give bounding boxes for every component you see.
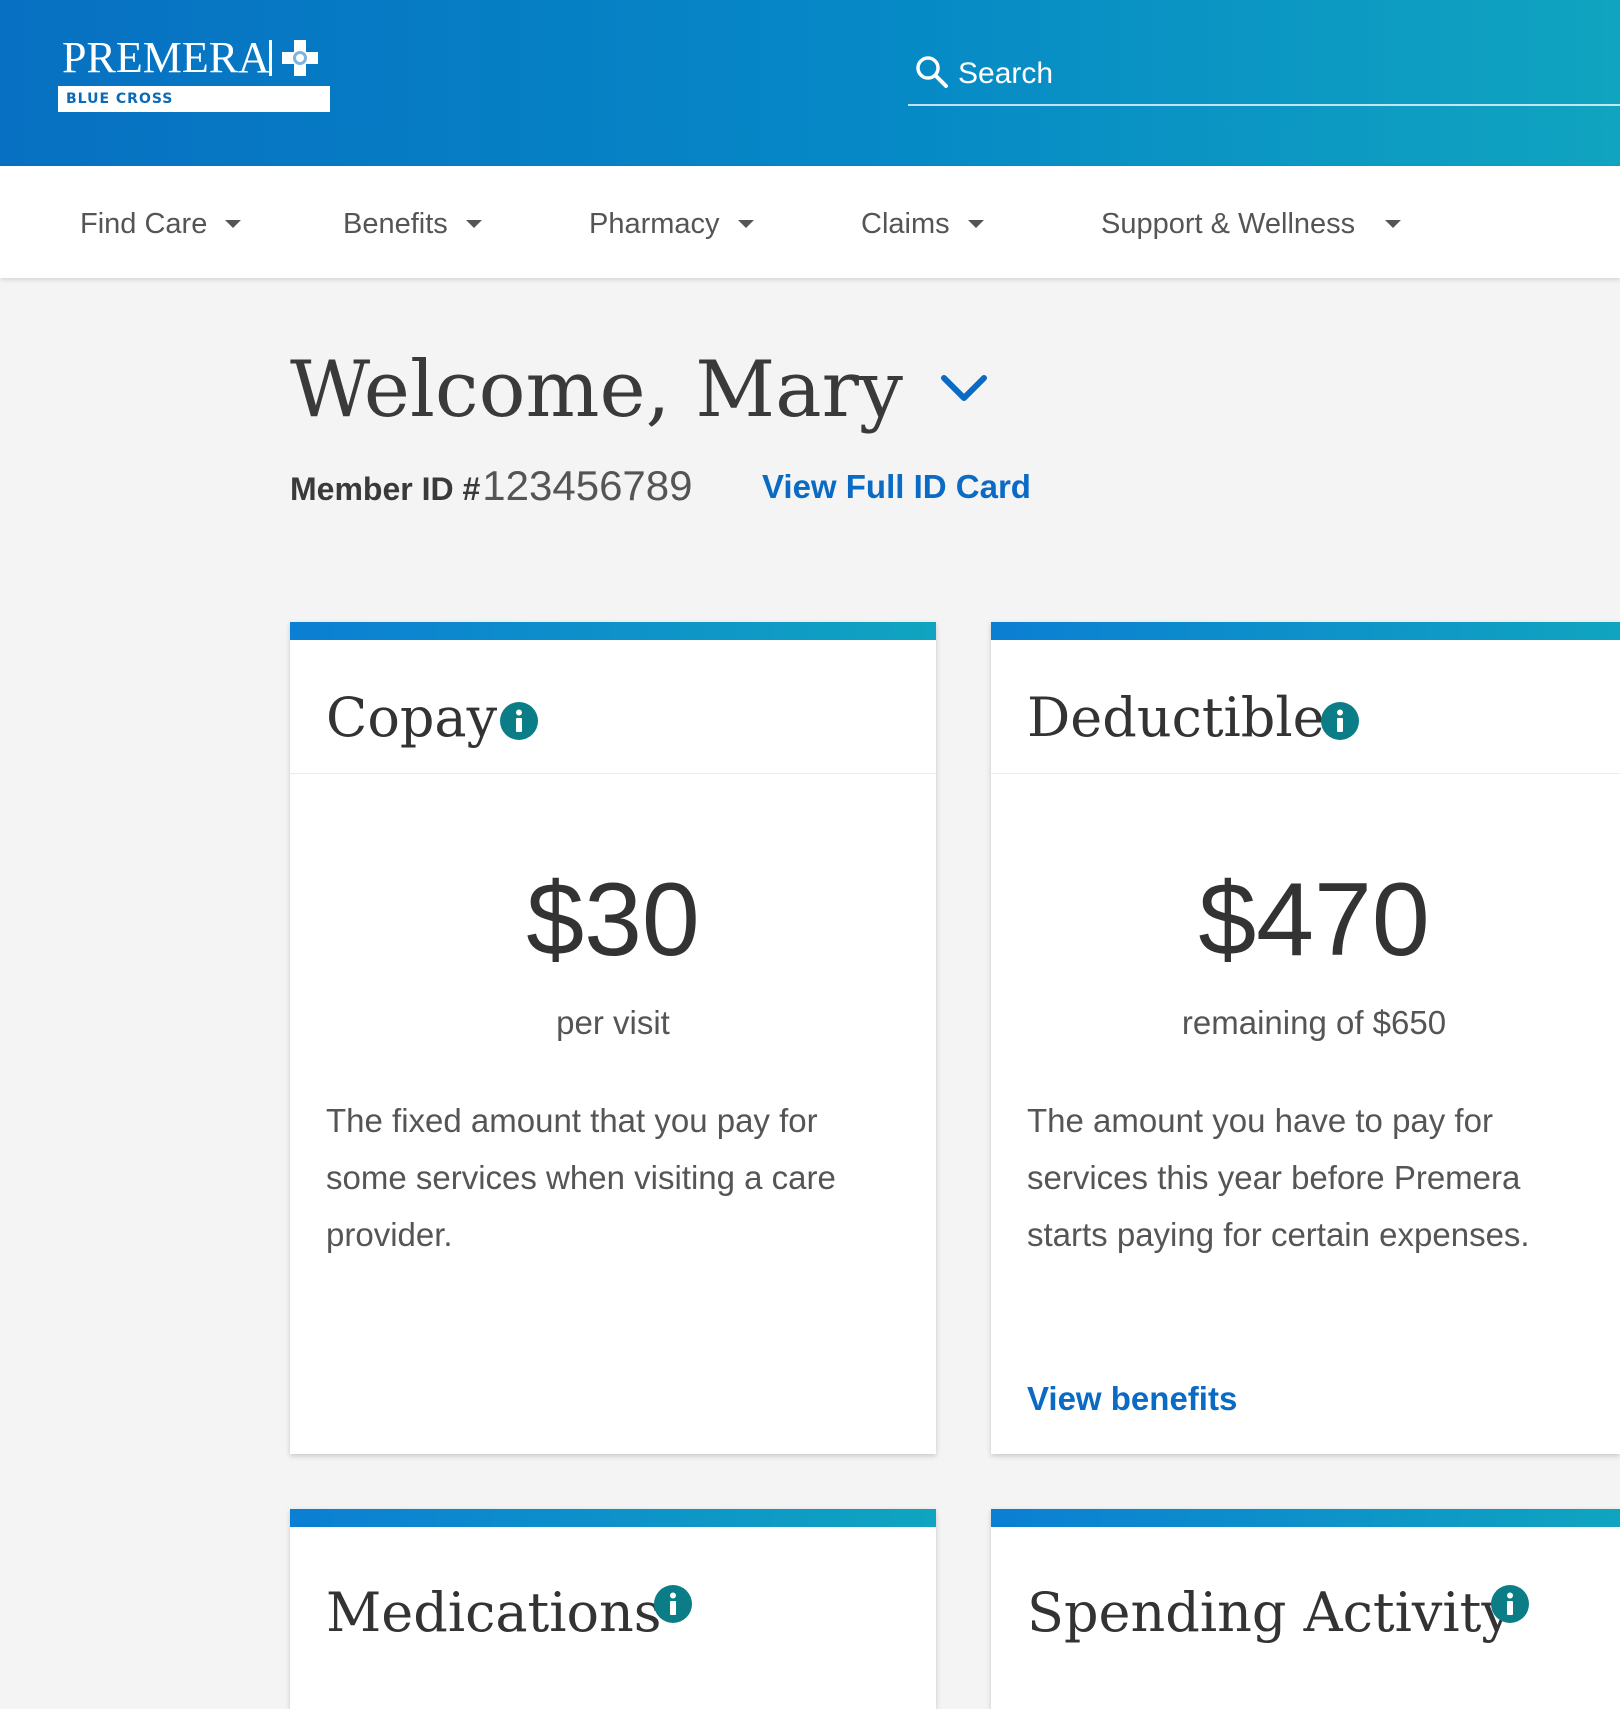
copay-description: The fixed amount that you pay for some s…	[326, 1102, 836, 1253]
card-accent-bar	[991, 1509, 1620, 1527]
deductible-sub: remaining of $650	[1181, 1004, 1447, 1041]
welcome-heading: Welcome, Mary	[290, 345, 903, 435]
spending-activity-card: Spending Activity	[991, 1509, 1620, 1709]
nav-label: Claims	[861, 207, 950, 240]
info-icon[interactable]	[1321, 702, 1359, 740]
caret-down-icon	[225, 220, 242, 228]
card-title: Deductible	[1027, 686, 1325, 749]
member-id-value: 123456789	[482, 462, 693, 509]
nav-benefits[interactable]: Benefits	[343, 204, 482, 244]
top-header: PREMERA BLUE CROSS	[0, 0, 1620, 166]
member-id-row: Member ID # 123456789	[290, 462, 693, 518]
copay-amount: $30	[526, 862, 700, 978]
card-title: Copay	[326, 686, 498, 749]
nav-pharmacy[interactable]: Pharmacy	[589, 204, 754, 244]
copay-sub: per visit	[556, 1004, 670, 1041]
card-accent-bar	[991, 622, 1620, 640]
search-input[interactable]	[958, 48, 1598, 100]
logo-subtitle-bar: BLUE CROSS	[58, 86, 330, 112]
caret-down-icon	[967, 220, 984, 228]
caret-down-icon	[465, 220, 482, 228]
card-title: Spending Activity	[1027, 1581, 1512, 1644]
logo-subtitle: BLUE CROSS	[66, 91, 174, 107]
nav-find-care[interactable]: Find Care	[80, 204, 242, 244]
card-header: Medications	[290, 1527, 936, 1661]
nav-label: Pharmacy	[589, 207, 720, 240]
deductible-amount: $470	[1198, 862, 1430, 978]
view-benefits-link[interactable]: View benefits	[1027, 1380, 1237, 1418]
card-title: Medications	[326, 1581, 662, 1644]
premera-logo[interactable]: PREMERA BLUE CROSS	[58, 34, 330, 114]
card-accent-bar	[290, 1509, 936, 1527]
nav-claims[interactable]: Claims	[861, 204, 984, 244]
nav-label: Benefits	[343, 207, 448, 240]
info-icon[interactable]	[654, 1585, 692, 1623]
medications-card: Medications	[290, 1509, 936, 1709]
card-header: Deductible	[991, 640, 1620, 774]
blue-cross-icon	[282, 40, 318, 76]
deductible-description: The amount you have to pay for services …	[1027, 1102, 1530, 1253]
info-icon[interactable]	[1491, 1585, 1529, 1623]
caret-down-icon	[737, 220, 754, 228]
main-nav: Find Care Benefits Pharmacy Claims Suppo…	[0, 166, 1620, 278]
card-header: Copay	[290, 640, 936, 774]
search-icon[interactable]	[912, 52, 952, 92]
view-id-card-link[interactable]: View Full ID Card	[762, 468, 1031, 506]
search-bar[interactable]	[908, 48, 1620, 106]
copay-card: Copay $30 per visit The fixed amount tha…	[290, 622, 936, 1454]
nav-label: Support & Wellness	[1101, 207, 1356, 240]
logo-divider	[269, 40, 272, 76]
info-icon[interactable]	[500, 702, 538, 740]
member-id-label: Member ID #	[290, 471, 481, 507]
deductible-card: Deductible $470 remaining of $650 The am…	[991, 622, 1620, 1454]
chevron-down-icon[interactable]	[938, 368, 990, 408]
nav-support-wellness[interactable]: Support & Wellness	[1101, 204, 1402, 244]
card-header: Spending Activity	[991, 1527, 1620, 1661]
nav-label: Find Care	[80, 207, 208, 240]
card-accent-bar	[290, 622, 936, 640]
logo-wordmark: PREMERA	[62, 33, 270, 82]
caret-down-icon	[1385, 220, 1402, 228]
